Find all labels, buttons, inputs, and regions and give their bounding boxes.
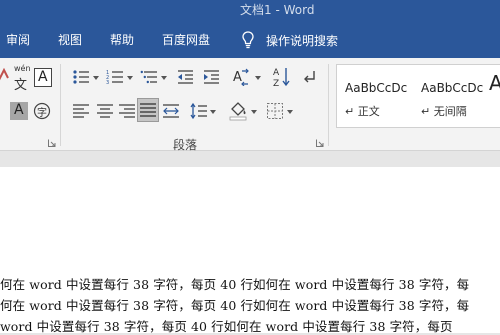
decrease-indent-icon[interactable] [176,68,194,86]
paragraph-dialog-launcher-icon[interactable] [316,139,324,147]
phonetic-guide-char: 文 [14,78,28,93]
align-left-icon[interactable] [72,102,90,120]
svg-text:Z: Z [273,79,279,88]
style-normal-name: ↵ 正文 [345,105,380,118]
svg-text:A: A [273,68,280,78]
numbering-dropdown-icon[interactable] [127,76,133,80]
character-border-glyph: A [38,69,48,85]
align-center-icon[interactable] [96,102,114,120]
increase-indent-icon[interactable] [202,68,220,86]
svg-text:3: 3 [106,80,109,86]
distributed-align-icon[interactable] [162,102,180,120]
shading-paint-bucket-icon[interactable] [228,100,248,122]
tab-view[interactable]: 视图 [58,31,82,48]
document-page[interactable]: 何在 word 中设置每行 38 字符，每页 40 行如何在 word 中设置每… [0,167,500,335]
borders-icon[interactable] [266,102,284,120]
multilevel-list-icon[interactable] [140,68,158,86]
window-title: 文档1 - Word [240,3,315,17]
tell-me-search[interactable]: 操作说明搜索 [240,30,350,50]
numbering-icon[interactable]: 1 2 3 [106,68,124,86]
phonetic-guide-button[interactable]: wén 文 [12,64,32,93]
multilevel-list-dropdown-icon[interactable] [161,76,167,80]
bullets-dropdown-icon[interactable] [93,76,99,80]
title-bar: 文档1 - Word [0,0,500,22]
ribbon-tab-bar: 审阅 视图 帮助 百度网盘 操作说明搜索 [0,22,500,58]
sort-icon[interactable]: A Z [272,66,290,88]
show-formatting-marks-icon[interactable] [300,68,318,86]
document-line[interactable]: 何在 word 中设置每行 38 字符，每页 40 行如何在 word 中设置每… [0,274,469,293]
svg-text:A: A [233,70,242,85]
document-line[interactable]: 何在 word 中设置每行 38 字符，每页 40 行如何在 word 中设置每… [0,295,469,314]
chinese-layout-dropdown-icon[interactable] [255,76,261,80]
style-normal[interactable]: AaBbCcDc ↵ 正文 [337,71,411,123]
tab-help[interactable]: 帮助 [110,31,134,48]
group-separator [328,64,329,146]
tab-baidu-netdisk[interactable]: 百度网盘 [162,31,210,48]
style-no-spacing[interactable]: AaBbCcDc ↵ 无间隔 [413,71,487,123]
tab-review[interactable]: 审阅 [6,31,30,48]
bullets-icon[interactable] [72,68,90,86]
line-spacing-icon[interactable] [190,102,208,120]
tell-me-label: 操作说明搜索 [266,34,339,48]
chinese-layout-icon[interactable]: A [232,68,252,86]
justify-button[interactable] [137,98,159,122]
borders-dropdown-icon[interactable] [287,110,293,114]
style-normal-sample: AaBbCcDc [345,81,408,95]
font-dialog-launcher-icon[interactable] [48,139,56,147]
style-no-spacing-sample: AaBbCcDc [421,81,484,95]
ribbon-home: wén 文 A A 字 1 2 3 A A Z 段落 AaBbCcDc ↵ 正文… [0,58,500,152]
page-gap [0,151,500,167]
group-separator [60,64,61,146]
shading-dropdown-icon[interactable] [251,110,257,114]
styles-gallery: AaBbCcDc ↵ 正文 AaBbCcDc ↵ 无间隔 A [336,64,500,128]
character-border-button[interactable]: A [34,68,52,87]
style-no-spacing-name: ↵ 无间隔 [421,105,467,118]
align-right-icon[interactable] [118,102,136,120]
character-shading-glyph: A [14,102,24,118]
enclose-characters-glyph: 字 [37,108,47,119]
enclose-characters-button[interactable]: 字 [33,102,51,120]
lightbulb-icon [240,30,256,50]
document-line[interactable]: word 中设置每行 38 字符，每页 40 行如何在 word 中设置每行 3… [0,316,453,335]
line-spacing-dropdown-icon[interactable] [210,110,216,114]
style-heading-partial[interactable]: A [489,71,500,95]
phonetic-guide-pinyin: wén [14,64,31,73]
character-shading-button[interactable]: A [10,102,28,120]
